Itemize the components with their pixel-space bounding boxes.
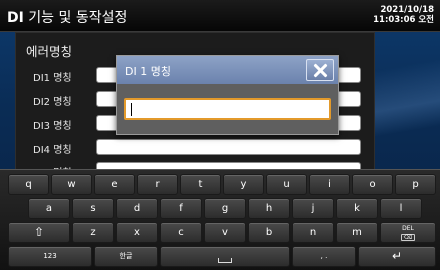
page-title-rest: 기능 및 동작설정 <box>23 10 128 26</box>
key-c[interactable]: c <box>160 222 202 243</box>
panel-heading: 에러명칭 <box>26 44 73 59</box>
screen: DI 기능 및 동작설정 2021/10/18 11:03:06 오전 에러명칭… <box>0 0 440 270</box>
close-icon[interactable] <box>306 59 334 81</box>
key-r[interactable]: r <box>137 174 178 195</box>
key-a[interactable]: a <box>28 198 70 219</box>
page-title: DI 기능 및 동작설정 <box>7 7 127 27</box>
key-o[interactable]: o <box>352 174 393 195</box>
space-icon <box>218 257 232 263</box>
key-m[interactable]: m <box>336 222 378 243</box>
key-y[interactable]: y <box>223 174 264 195</box>
enter-key[interactable]: ↵ <box>358 246 436 267</box>
key-e[interactable]: e <box>94 174 135 195</box>
page-title-bold: DI <box>7 10 24 26</box>
key-h[interactable]: h <box>248 198 290 219</box>
hangul-key[interactable]: 한글 <box>94 246 158 267</box>
backspace-icon: ⌫ <box>401 234 415 241</box>
di4-label: DI4 명칭 <box>33 145 72 156</box>
punctuation-key[interactable]: , . <box>292 246 356 267</box>
title-bar: DI 기능 및 동작설정 2021/10/18 11:03:06 오전 <box>0 0 440 32</box>
space-key[interactable] <box>160 246 290 267</box>
key-d[interactable]: d <box>116 198 158 219</box>
clock-time: 11:03:06 오전 <box>373 15 434 25</box>
key-j[interactable]: j <box>292 198 334 219</box>
di4-name-field[interactable] <box>96 139 361 155</box>
key-p[interactable]: p <box>395 174 436 195</box>
clock-date: 2021/10/18 <box>380 5 434 15</box>
key-z[interactable]: z <box>72 222 114 243</box>
key-n[interactable]: n <box>292 222 334 243</box>
key-b[interactable]: b <box>248 222 290 243</box>
name-input-dialog: DI 1 명칭 <box>116 55 339 135</box>
key-i[interactable]: i <box>309 174 350 195</box>
key-l[interactable]: l <box>380 198 422 219</box>
key-t[interactable]: t <box>180 174 221 195</box>
name-input[interactable] <box>124 98 331 120</box>
key-k[interactable]: k <box>336 198 378 219</box>
text-cursor <box>131 103 132 116</box>
key-x[interactable]: x <box>116 222 158 243</box>
on-screen-keyboard: q w e r t y u i o p a s d f g h j k l ⇧ … <box>0 169 440 270</box>
clock: 2021/10/18 11:03:06 오전 <box>373 5 434 25</box>
dialog-header: DI 1 명칭 <box>117 56 338 84</box>
di2-label: DI2 명칭 <box>33 97 72 108</box>
key-s[interactable]: s <box>72 198 114 219</box>
di3-label: DI3 명칭 <box>33 121 72 132</box>
key-q[interactable]: q <box>8 174 49 195</box>
key-u[interactable]: u <box>266 174 307 195</box>
key-v[interactable]: v <box>204 222 246 243</box>
key-g[interactable]: g <box>204 198 246 219</box>
delete-key-label: DEL <box>402 225 414 232</box>
key-w[interactable]: w <box>51 174 92 195</box>
shift-key[interactable]: ⇧ <box>8 222 70 243</box>
di1-label: DI1 명칭 <box>33 73 72 84</box>
numbers-key[interactable]: 123 <box>8 246 92 267</box>
delete-key[interactable]: DEL ⌫ <box>380 222 436 243</box>
key-f[interactable]: f <box>160 198 202 219</box>
dialog-title: DI 1 명칭 <box>125 65 171 78</box>
